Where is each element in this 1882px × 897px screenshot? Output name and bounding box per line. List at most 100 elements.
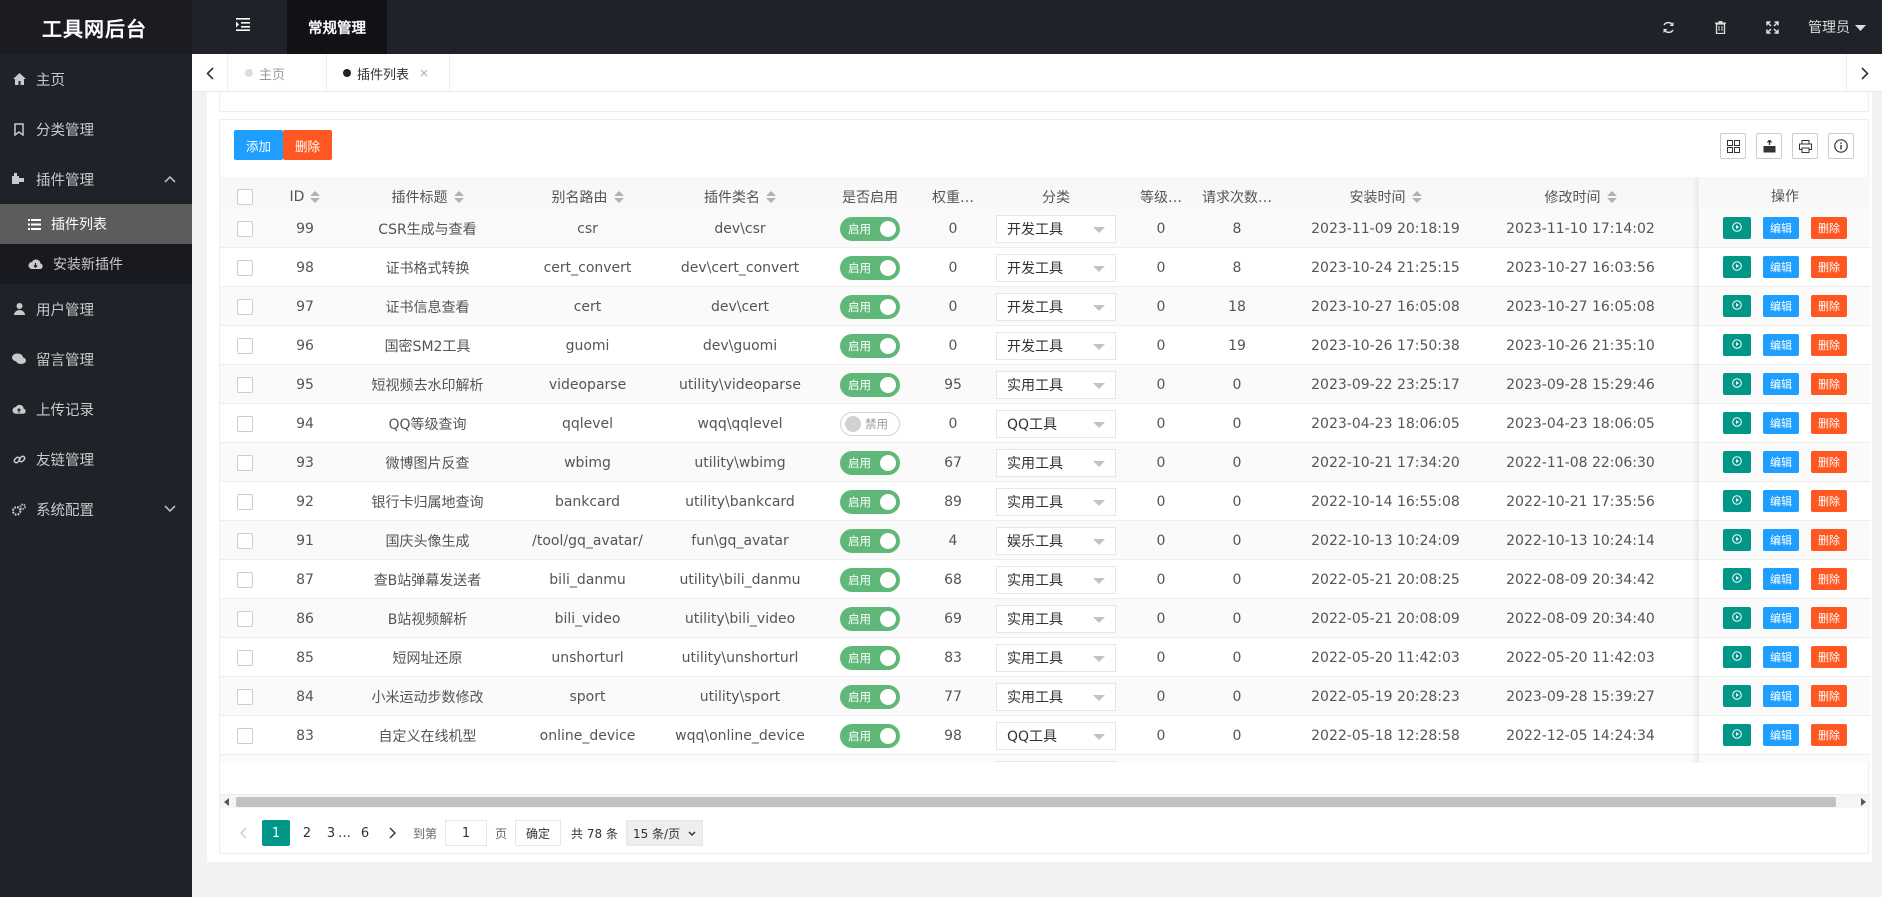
category-select[interactable]: QQ工具 — [996, 409, 1116, 438]
row-checkbox[interactable] — [237, 337, 253, 354]
sidebar-item-users[interactable]: 用户管理 — [0, 284, 192, 334]
select-all-checkbox[interactable] — [237, 188, 253, 205]
tab-home[interactable]: 主页 — [229, 54, 327, 92]
confirm-button[interactable]: 确定 — [515, 820, 562, 846]
sidebar-item-plugins[interactable]: 插件管理 — [0, 154, 192, 204]
row-checkbox[interactable] — [237, 610, 253, 627]
scroll-left-arrow-icon[interactable] — [220, 795, 234, 809]
edit-button[interactable]: 编辑 — [1763, 685, 1799, 707]
row-checkbox[interactable] — [237, 376, 253, 393]
row-delete-button[interactable]: 删除 — [1811, 607, 1847, 629]
row-checkbox[interactable] — [237, 571, 253, 588]
sort-icon[interactable] — [1606, 190, 1617, 203]
category-select[interactable]: 实用工具 — [996, 565, 1116, 594]
edit-button[interactable]: 编辑 — [1763, 646, 1799, 668]
row-delete-button[interactable]: 删除 — [1811, 334, 1847, 356]
edit-button[interactable]: 编辑 — [1763, 217, 1799, 239]
edit-button[interactable]: 编辑 — [1763, 373, 1799, 395]
category-select[interactable]: 开发工具 — [996, 214, 1116, 243]
category-select[interactable]: 开发工具 — [996, 292, 1116, 321]
row-delete-button[interactable]: 删除 — [1811, 529, 1847, 551]
header-tab-general[interactable]: 常规管理 — [287, 0, 387, 54]
row-delete-button[interactable]: 删除 — [1811, 412, 1847, 434]
add-button[interactable]: 添加 — [234, 130, 284, 160]
enable-switch[interactable]: 启用 — [840, 294, 900, 319]
page-size-select[interactable]: 15 条/页 — [625, 820, 704, 846]
print-icon[interactable] — [1792, 133, 1818, 159]
run-button[interactable] — [1723, 373, 1751, 395]
category-select[interactable]: 实用工具 — [996, 682, 1116, 711]
enable-switch[interactable]: 启用 — [840, 255, 900, 280]
category-select[interactable]: QQ工具 — [996, 721, 1116, 750]
sort-icon[interactable] — [613, 190, 624, 203]
run-button[interactable] — [1723, 724, 1751, 746]
row-checkbox[interactable] — [237, 220, 253, 237]
edit-button[interactable]: 编辑 — [1763, 724, 1799, 746]
sort-icon[interactable] — [453, 190, 464, 203]
row-delete-button[interactable]: 删除 — [1811, 646, 1847, 668]
category-select[interactable]: 实用工具 — [996, 370, 1116, 399]
tab-close-icon[interactable]: × — [419, 66, 429, 80]
sidebar-item-plugin-list[interactable]: 插件列表 — [0, 204, 192, 244]
user-menu[interactable]: 管理员 — [1798, 17, 1882, 37]
category-select[interactable]: QQ工具 — [996, 760, 1116, 763]
trash-icon[interactable] — [1694, 20, 1746, 34]
row-delete-button[interactable]: 删除 — [1811, 451, 1847, 473]
row-checkbox[interactable] — [237, 415, 253, 432]
edit-button[interactable]: 编辑 — [1763, 256, 1799, 278]
tab-plugin-list[interactable]: 插件列表 × — [327, 54, 450, 92]
sidebar-item-settings[interactable]: 系统配置 — [0, 484, 192, 534]
run-button[interactable] — [1723, 412, 1751, 434]
sort-icon[interactable] — [1411, 190, 1422, 203]
run-button[interactable] — [1723, 568, 1751, 590]
edit-button[interactable]: 编辑 — [1763, 295, 1799, 317]
run-button[interactable] — [1723, 685, 1751, 707]
enable-switch[interactable]: 启用 — [840, 450, 900, 475]
edit-button[interactable]: 编辑 — [1763, 568, 1799, 590]
category-select[interactable]: 实用工具 — [996, 643, 1116, 672]
sidebar-item-category[interactable]: 分类管理 — [0, 104, 192, 154]
edit-button[interactable]: 编辑 — [1763, 412, 1799, 434]
enable-switch[interactable]: 启用 — [840, 606, 900, 631]
edit-button[interactable]: 编辑 — [1763, 529, 1799, 551]
category-select[interactable]: 实用工具 — [996, 604, 1116, 633]
edit-button[interactable]: 编辑 — [1763, 451, 1799, 473]
columns-icon[interactable] — [1720, 133, 1746, 159]
page-last[interactable]: 6 — [355, 820, 375, 846]
run-button[interactable] — [1723, 451, 1751, 473]
sidebar-item-comments[interactable]: 留言管理 — [0, 334, 192, 384]
sidebar-item-links[interactable]: 友链管理 — [0, 434, 192, 484]
info-icon[interactable] — [1828, 133, 1854, 159]
sidebar-item-home[interactable]: 主页 — [0, 54, 192, 104]
run-button[interactable] — [1723, 217, 1751, 239]
enable-switch[interactable]: 启用 — [840, 372, 900, 397]
run-button[interactable] — [1723, 256, 1751, 278]
page-2[interactable]: 2 — [294, 820, 320, 846]
sidebar-item-uploads[interactable]: 上传记录 — [0, 384, 192, 434]
row-checkbox[interactable] — [237, 727, 253, 744]
category-select[interactable]: 实用工具 — [996, 487, 1116, 516]
run-button[interactable] — [1723, 529, 1751, 551]
enable-switch[interactable]: 启用 — [840, 528, 900, 553]
sort-icon[interactable] — [310, 190, 321, 203]
row-delete-button[interactable]: 删除 — [1811, 217, 1847, 239]
edit-button[interactable]: 编辑 — [1763, 490, 1799, 512]
row-delete-button[interactable]: 删除 — [1811, 256, 1847, 278]
next-page-icon[interactable] — [379, 820, 405, 846]
fullscreen-icon[interactable] — [1746, 20, 1798, 34]
sidebar-item-install-plugin[interactable]: 安装新插件 — [0, 244, 192, 284]
enable-switch[interactable]: 启用 — [840, 216, 900, 241]
row-checkbox[interactable] — [237, 454, 253, 471]
category-select[interactable]: 开发工具 — [996, 331, 1116, 360]
edit-button[interactable]: 编辑 — [1763, 607, 1799, 629]
page-input[interactable]: 1 — [445, 820, 488, 846]
edit-button[interactable]: 编辑 — [1763, 334, 1799, 356]
run-button[interactable] — [1723, 490, 1751, 512]
enable-switch[interactable]: 禁用 — [840, 411, 900, 436]
enable-switch[interactable]: 启用 — [840, 567, 900, 592]
run-button[interactable] — [1723, 334, 1751, 356]
category-select[interactable]: 娱乐工具 — [996, 526, 1116, 555]
enable-switch[interactable]: 启用 — [840, 333, 900, 358]
row-delete-button[interactable]: 删除 — [1811, 373, 1847, 395]
page-1[interactable]: 1 — [262, 820, 290, 846]
